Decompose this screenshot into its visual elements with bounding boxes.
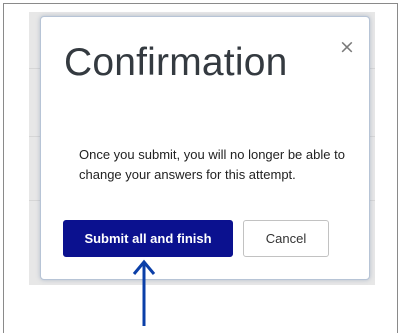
dialog-title: Confirmation [64,41,288,84]
arrow-up-icon [132,259,156,326]
close-icon[interactable]: × [339,37,355,57]
dialog-message: Once you submit, you will no longer be a… [79,147,345,182]
submit-all-and-finish-button[interactable]: Submit all and finish [63,220,233,257]
confirmation-dialog: Confirmation × Once you submit, you will… [40,16,370,280]
cancel-button[interactable]: Cancel [243,220,329,257]
